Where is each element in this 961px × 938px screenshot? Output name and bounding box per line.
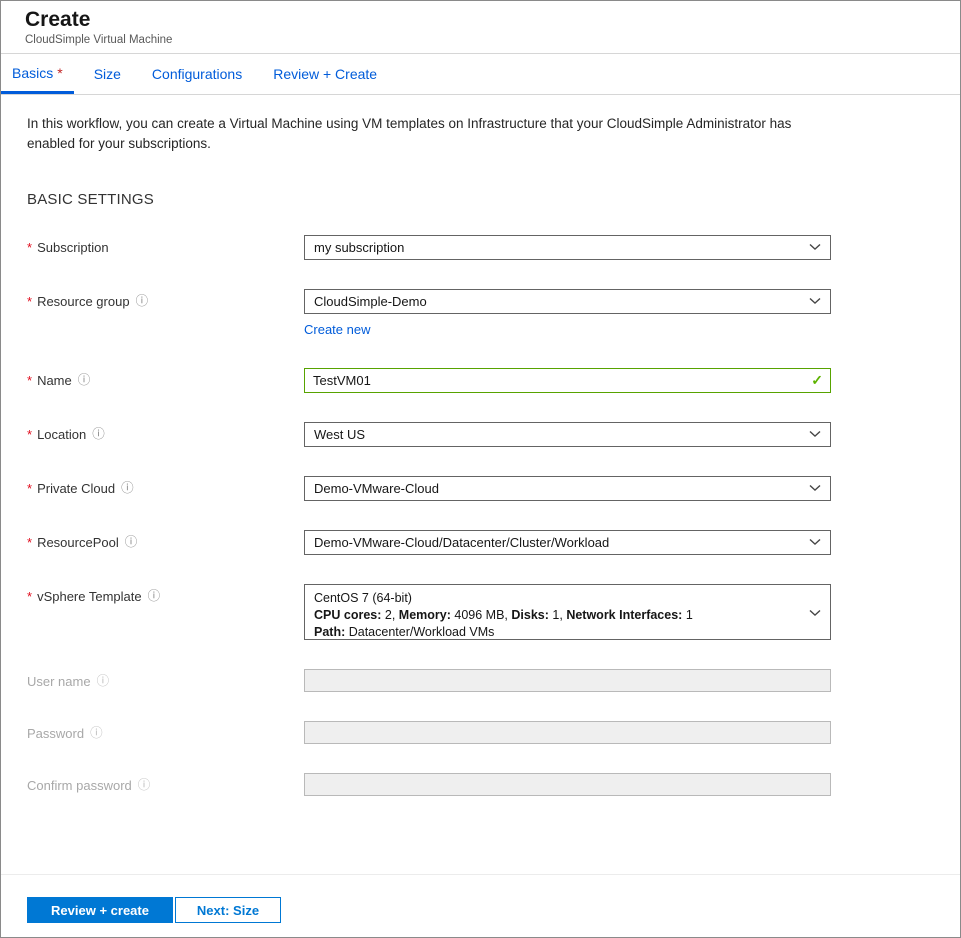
review-create-button[interactable]: Review + create bbox=[27, 897, 173, 923]
dropdown-value: my subscription bbox=[314, 239, 405, 255]
required-asterisk: * bbox=[27, 426, 33, 442]
resource-pool-dropdown[interactable]: Demo-VMware-Cloud/Datacenter/Cluster/Wor… bbox=[304, 529, 831, 555]
dropdown-value: Demo-VMware-Cloud/Datacenter/Cluster/Wor… bbox=[314, 534, 610, 550]
required-asterisk: * bbox=[27, 293, 33, 309]
required-asterisk: * bbox=[27, 372, 33, 388]
confirm-password-label: Confirm password ⓘ bbox=[27, 773, 304, 793]
tab-size[interactable]: Size bbox=[83, 54, 132, 94]
location-label: * Location ⓘ bbox=[27, 422, 304, 442]
section-title: BASIC SETTINGS bbox=[27, 190, 154, 208]
password-input bbox=[304, 720, 831, 744]
tab-basics[interactable]: Basics * bbox=[1, 54, 74, 94]
field-row-resource-pool: * ResourcePool ⓘ Demo-VMware-Cloud/Datac… bbox=[27, 529, 934, 555]
label-text: vSphere Template bbox=[37, 588, 142, 604]
tab-label: Review + Create bbox=[273, 66, 378, 82]
location-dropdown[interactable]: West US bbox=[304, 421, 831, 447]
template-specs: CPU cores: 2, Memory: 4096 MB, Disks: 1,… bbox=[314, 607, 693, 622]
field-row-confirm-password: Confirm password ⓘ bbox=[27, 772, 934, 796]
label-text: Password bbox=[27, 725, 85, 741]
info-icon[interactable]: ⓘ bbox=[125, 536, 138, 549]
required-asterisk: * bbox=[27, 534, 33, 550]
label-text: Private Cloud bbox=[37, 480, 116, 496]
template-summary: CentOS 7 (64-bit) CPU cores: 2, Memory: … bbox=[314, 590, 693, 641]
name-label: * Name ⓘ bbox=[27, 368, 304, 388]
chevron-down-icon bbox=[809, 539, 821, 546]
field-row-private-cloud: * Private Cloud ⓘ Demo-VMware-Cloud bbox=[27, 475, 934, 501]
tab-bar: Basics * Size Configurations Review + Cr… bbox=[1, 54, 960, 95]
required-asterisk: * bbox=[27, 480, 33, 496]
info-icon[interactable]: ⓘ bbox=[138, 779, 151, 792]
field-row-location: * Location ⓘ West US bbox=[27, 421, 934, 447]
subscription-label: * Subscription bbox=[27, 235, 304, 255]
tab-configurations[interactable]: Configurations bbox=[141, 54, 253, 94]
basic-settings-form: * Subscription my subscription * Resourc… bbox=[27, 234, 934, 796]
field-row-vsphere-template: * vSphere Template ⓘ CentOS 7 (64-bit) C… bbox=[27, 583, 934, 641]
info-icon[interactable]: ⓘ bbox=[136, 295, 149, 308]
info-icon[interactable]: ⓘ bbox=[90, 727, 103, 740]
page-title: Create bbox=[25, 8, 91, 31]
user-name-label: User name ⓘ bbox=[27, 669, 304, 689]
resource-group-dropdown[interactable]: CloudSimple-Demo bbox=[304, 288, 831, 314]
field-row-subscription: * Subscription my subscription bbox=[27, 234, 934, 260]
footer-bar: Review + create Next: Size bbox=[1, 874, 960, 937]
required-asterisk: * bbox=[57, 64, 63, 81]
resource-pool-label: * ResourcePool ⓘ bbox=[27, 530, 304, 550]
field-row-name: * Name ⓘ ✓ bbox=[27, 367, 934, 393]
create-new-link[interactable]: Create new bbox=[304, 322, 370, 337]
template-path: Path: Datacenter/Workload VMs bbox=[314, 624, 495, 639]
info-icon[interactable]: ⓘ bbox=[148, 590, 161, 603]
password-label: Password ⓘ bbox=[27, 721, 304, 741]
required-asterisk: * bbox=[27, 588, 33, 604]
form-content: In this workflow, you can create a Virtu… bbox=[1, 95, 960, 874]
label-text: Resource group bbox=[37, 293, 130, 309]
label-text: ResourcePool bbox=[37, 534, 119, 550]
vsphere-template-dropdown[interactable]: CentOS 7 (64-bit) CPU cores: 2, Memory: … bbox=[304, 583, 831, 641]
page-subtitle: CloudSimple Virtual Machine bbox=[25, 34, 173, 46]
chevron-down-icon bbox=[809, 609, 821, 616]
user-name-input bbox=[304, 668, 831, 692]
name-input-wrap: ✓ bbox=[304, 367, 831, 393]
private-cloud-dropdown[interactable]: Demo-VMware-Cloud bbox=[304, 475, 831, 501]
subscription-dropdown[interactable]: my subscription bbox=[304, 234, 831, 260]
label-text: User name bbox=[27, 673, 91, 689]
resource-group-label: * Resource group ⓘ bbox=[27, 289, 304, 309]
tab-label: Basics bbox=[12, 64, 54, 81]
vsphere-template-label: * vSphere Template ⓘ bbox=[27, 584, 304, 604]
info-icon[interactable]: ⓘ bbox=[92, 428, 105, 441]
dropdown-value: Demo-VMware-Cloud bbox=[314, 480, 439, 496]
label-text: Name bbox=[37, 372, 72, 388]
label-text: Confirm password bbox=[27, 777, 132, 793]
dropdown-value: West US bbox=[314, 426, 366, 442]
chevron-down-icon bbox=[809, 298, 821, 305]
chevron-down-icon bbox=[809, 485, 821, 492]
create-vm-blade: Create CloudSimple Virtual Machine Basic… bbox=[0, 0, 961, 938]
valid-check-icon: ✓ bbox=[811, 371, 823, 388]
field-row-password: Password ⓘ bbox=[27, 720, 934, 744]
field-row-resource-group: * Resource group ⓘ CloudSimple-Demo Crea… bbox=[27, 288, 934, 339]
dropdown-value: CloudSimple-Demo bbox=[314, 293, 427, 309]
label-text: Location bbox=[37, 426, 87, 442]
private-cloud-label: * Private Cloud ⓘ bbox=[27, 476, 304, 496]
next-size-button[interactable]: Next: Size bbox=[175, 897, 281, 923]
chevron-down-icon bbox=[809, 244, 821, 251]
label-text: Subscription bbox=[37, 239, 109, 255]
tab-review-create[interactable]: Review + Create bbox=[262, 54, 388, 94]
info-icon[interactable]: ⓘ bbox=[78, 374, 91, 387]
blade-header: Create CloudSimple Virtual Machine bbox=[1, 1, 960, 54]
template-name: CentOS 7 (64-bit) bbox=[314, 590, 412, 605]
info-icon[interactable]: ⓘ bbox=[121, 482, 134, 495]
required-asterisk: * bbox=[27, 239, 33, 255]
tab-label: Configurations bbox=[151, 66, 243, 82]
field-row-user-name: User name ⓘ bbox=[27, 668, 934, 692]
intro-text: In this workflow, you can create a Virtu… bbox=[27, 116, 792, 151]
info-icon[interactable]: ⓘ bbox=[97, 675, 110, 688]
confirm-password-input bbox=[304, 772, 831, 796]
chevron-down-icon bbox=[809, 431, 821, 438]
name-input[interactable] bbox=[304, 367, 831, 393]
tab-label: Size bbox=[93, 66, 121, 82]
